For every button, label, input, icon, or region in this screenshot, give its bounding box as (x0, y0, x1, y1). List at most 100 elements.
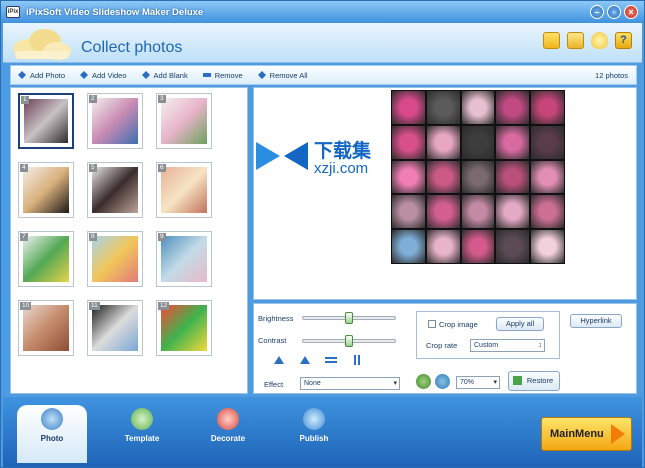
photo-number: 9 (158, 233, 166, 241)
contrast-label: Contrast (258, 336, 287, 345)
watermark-logo-icon (256, 142, 308, 170)
mosaic-tile (425, 90, 461, 125)
flip-horizontal-icon[interactable] (324, 354, 338, 366)
preview-image (391, 90, 565, 264)
apply-all-button[interactable]: Apply all (496, 317, 544, 331)
photo-thumbnail[interactable]: 6 (156, 162, 212, 218)
photo-number: 1 (21, 96, 29, 104)
tips-icon[interactable] (591, 32, 608, 49)
photo-thumbnail[interactable]: 1 (18, 93, 74, 149)
zoom-in-icon[interactable] (416, 374, 431, 389)
tab-publish[interactable]: Publish (279, 405, 349, 451)
mosaic-tile (391, 159, 426, 195)
photo-number: 10 (20, 302, 32, 310)
photo-number: 2 (89, 95, 97, 103)
photo-number: 12 (158, 302, 170, 310)
tab-photo[interactable]: Photo (17, 405, 87, 463)
flip-vertical-icon[interactable] (350, 354, 364, 366)
tab-publish-label: Publish (299, 434, 329, 443)
page-title: Collect photos (81, 39, 183, 56)
zoom-out-icon[interactable] (435, 374, 450, 389)
crop-image-label: Crop image (439, 320, 478, 329)
photo-number: 5 (89, 164, 97, 172)
photo-number: 3 (158, 95, 166, 103)
toolbar: Add Photo Add Video Add Blank Remove Rem… (10, 65, 637, 85)
photo-thumbnail[interactable]: 8 (87, 231, 143, 287)
remove-button[interactable]: Remove (202, 70, 243, 80)
add-photo-button[interactable]: Add Photo (17, 70, 65, 80)
mosaic-tile (391, 229, 426, 264)
crop-rate-select[interactable]: Custom ↕ (470, 339, 545, 352)
photo-thumbnail[interactable]: 4 (18, 162, 74, 218)
photo-image (23, 167, 69, 213)
photo-thumbnail[interactable]: 10 (18, 300, 74, 356)
tab-decorate-label: Decorate (210, 434, 246, 443)
mosaic-tile (391, 90, 426, 125)
hyperlink-button[interactable]: Hyperlink (570, 314, 622, 328)
zoom-select[interactable]: 70% ▾ (456, 376, 500, 389)
preview-panel: 下载集 xzji.com (253, 87, 637, 300)
mosaic-tile (460, 90, 496, 125)
photo-thumbnail[interactable]: 12 (156, 300, 212, 356)
chevron-down-icon: ▾ (393, 380, 397, 387)
window-title: iPixSoft Video Slideshow Maker Deluxe (26, 6, 204, 18)
restore-icon (513, 376, 522, 385)
crop-image-checkbox[interactable] (428, 320, 436, 328)
rotate-left-icon[interactable] (272, 354, 286, 366)
mosaic-tile (460, 229, 496, 264)
mosaic-tile (425, 124, 461, 160)
add-video-button[interactable]: Add Video (79, 70, 127, 80)
photo-image (161, 236, 207, 282)
tab-decorate[interactable]: Decorate (193, 405, 263, 451)
add-video-label: Add Video (92, 70, 127, 80)
remove-all-label: Remove All (269, 70, 308, 80)
photo-thumbnail[interactable]: 2 (87, 93, 143, 149)
contrast-slider-thumb[interactable] (345, 335, 353, 347)
add-blank-button[interactable]: Add Blank (141, 70, 188, 80)
window-controls: – ▫ × (590, 5, 638, 19)
photo-number: 6 (158, 164, 166, 172)
photo-thumbnail[interactable]: 11 (87, 300, 143, 356)
photo-image (92, 98, 138, 144)
photo-image (161, 305, 207, 351)
photo-thumbnail[interactable]: 7 (18, 231, 74, 287)
save-icon[interactable] (567, 32, 584, 49)
crop-rate-label: Crop rate (426, 341, 458, 350)
minimize-button[interactable]: – (590, 5, 604, 19)
main-menu-label: MainMenu (550, 428, 604, 440)
rotate-right-icon[interactable] (298, 354, 312, 366)
mosaic-tile (425, 159, 461, 195)
app-window: iPix iPixSoft Video Slideshow Maker Delu… (0, 0, 645, 468)
photo-thumbnail[interactable]: 9 (156, 231, 212, 287)
title-bar: iPix iPixSoft Video Slideshow Maker Delu… (1, 1, 644, 23)
photo-number: 7 (20, 233, 28, 241)
remove-all-button[interactable]: Remove All (257, 70, 308, 80)
restore-window-button[interactable]: ▫ (607, 5, 621, 19)
main-menu-button[interactable]: MainMenu (541, 417, 632, 451)
mosaic-tile (391, 124, 426, 160)
add-photo-icon (18, 71, 26, 79)
brightness-slider-thumb[interactable] (345, 312, 353, 324)
effect-select[interactable]: None ▾ (300, 377, 400, 390)
photo-thumbnail[interactable]: 5 (87, 162, 143, 218)
arrow-right-icon (611, 424, 625, 444)
mosaic-tile (495, 229, 531, 264)
help-icon[interactable]: ? (615, 32, 632, 49)
mosaic-tile (425, 194, 461, 230)
folder-icon[interactable] (543, 32, 560, 49)
mosaic-tile (530, 159, 565, 195)
mosaic-tile (530, 194, 565, 230)
add-blank-label: Add Blank (153, 70, 188, 80)
mosaic-tile (460, 124, 496, 160)
tab-photo-label: Photo (40, 434, 64, 443)
header-icons: ? (543, 32, 632, 49)
mosaic-tile (391, 194, 426, 230)
photos-logo-icon (13, 29, 71, 60)
photo-thumbnail[interactable]: 3 (156, 93, 212, 149)
chevron-updown-icon: ↕ (538, 342, 543, 349)
close-button[interactable]: × (624, 5, 638, 19)
photo-number: 8 (89, 233, 97, 241)
mosaic-tile (530, 90, 565, 125)
watermark-url: xzji.com (314, 160, 369, 177)
tab-template[interactable]: Template (107, 405, 177, 451)
